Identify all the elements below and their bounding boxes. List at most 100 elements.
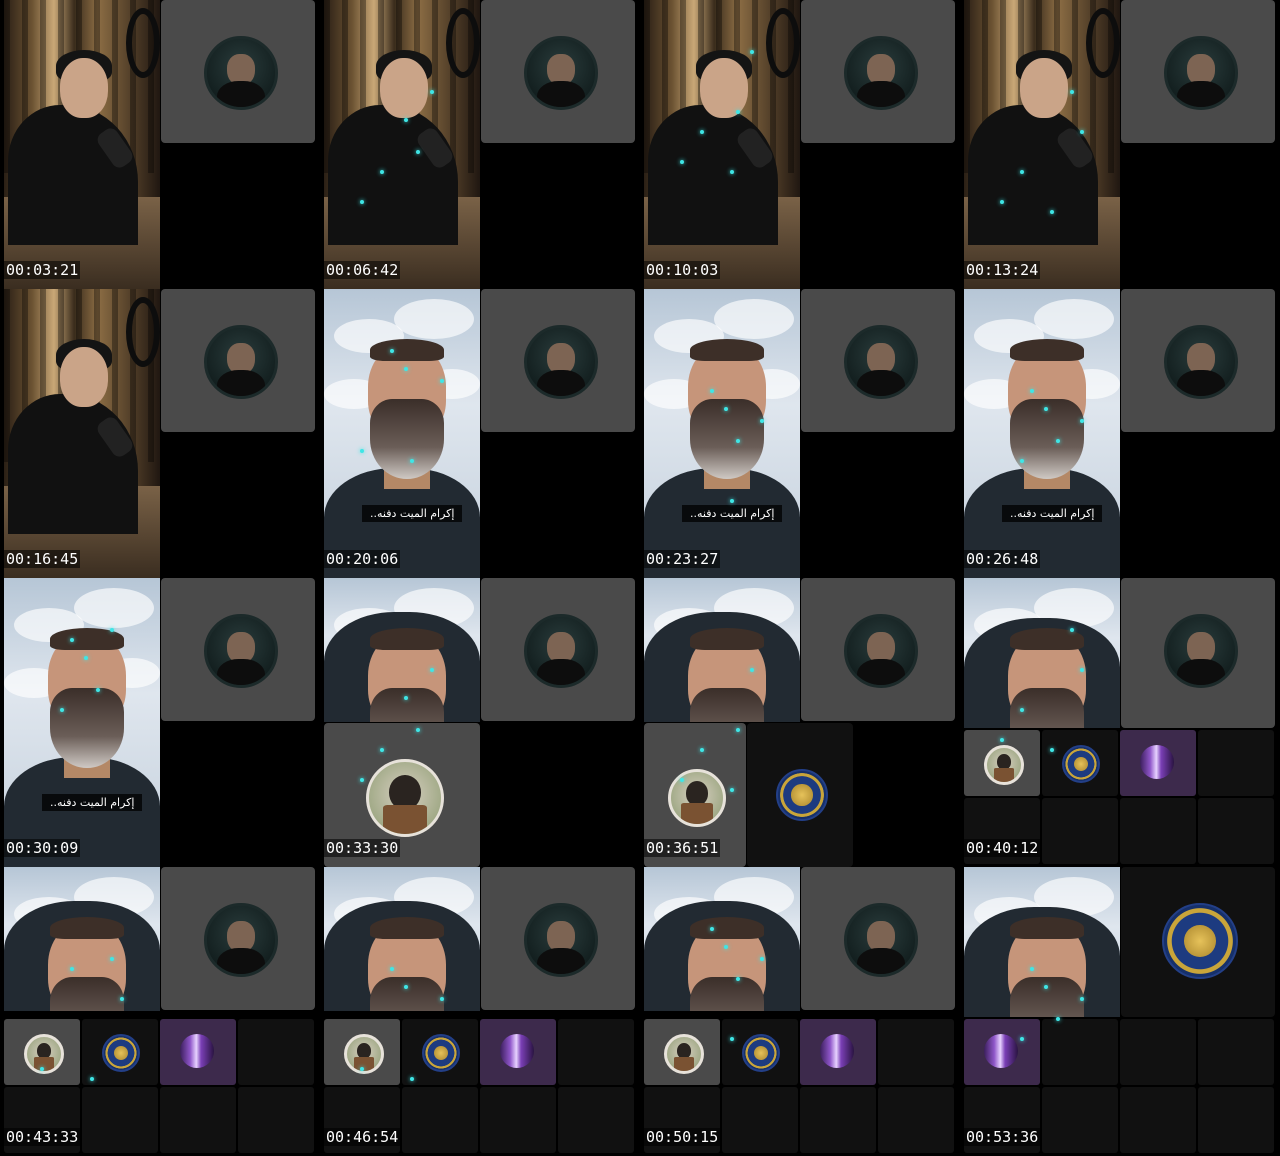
participant-tile — [1120, 730, 1196, 796]
main-speaker-video — [324, 578, 480, 722]
particle-sparkle — [96, 688, 100, 692]
main-speaker-video: إكرام الميت دفنه.. — [644, 289, 800, 578]
particle-sparkle — [680, 160, 684, 164]
logo-tile — [1121, 867, 1275, 1017]
participant-tile — [558, 1019, 634, 1085]
particle-sparkle — [750, 668, 754, 672]
cohost-avatar-woman — [984, 745, 1024, 785]
cohost-avatar-man — [844, 903, 918, 977]
particle-sparkle — [1080, 130, 1084, 134]
participant-tile — [82, 1087, 158, 1153]
man-beard — [370, 688, 444, 722]
cohost-tile — [801, 0, 955, 143]
particle-sparkle — [360, 1067, 364, 1071]
cohost-tile — [481, 289, 635, 432]
particle-sparkle — [1080, 668, 1084, 672]
particle-sparkle — [680, 778, 684, 782]
particle-sparkle — [410, 459, 414, 463]
particle-sparkle — [84, 656, 88, 660]
particle-sparkle — [404, 696, 408, 700]
frame-cell: 00:46:54 — [320, 867, 640, 1156]
participant-tile — [1198, 730, 1274, 796]
studio-head — [60, 347, 108, 407]
man-beard — [50, 977, 124, 1011]
main-speaker-video — [324, 867, 480, 1011]
participant-tile — [558, 1087, 634, 1153]
main-speaker-video: إكرام الميت دفنه.. — [324, 289, 480, 578]
frame-cell: 00:06:42 — [320, 0, 640, 289]
man-hairtop — [50, 917, 124, 939]
particle-sparkle — [1020, 1037, 1024, 1041]
particle-sparkle — [760, 419, 764, 423]
purple-avatar-icon — [984, 1034, 1018, 1068]
cohost-avatar-man — [204, 325, 278, 399]
studio-headphones — [126, 297, 160, 367]
studio-head — [60, 58, 108, 118]
participant-tile — [1120, 798, 1196, 864]
timestamp-label: 00:30:09 — [4, 839, 81, 857]
man-beard — [1010, 399, 1084, 479]
participant-tile — [480, 1019, 556, 1085]
cohost-tile — [1121, 289, 1275, 432]
particle-sparkle — [110, 957, 114, 961]
particle-sparkle — [730, 788, 734, 792]
subtitle-caption: إكرام الميت دفنه.. — [42, 794, 143, 811]
participant-tile — [1042, 1019, 1118, 1085]
main-speaker-video — [644, 578, 800, 722]
particle-sparkle — [1080, 997, 1084, 1001]
subtitle-caption: إكرام الميت دفنه.. — [1002, 505, 1103, 522]
main-speaker-video — [4, 0, 160, 289]
purple-avatar-icon — [180, 1034, 214, 1068]
timestamp-label: 00:23:27 — [644, 550, 721, 568]
participant-tile — [1198, 1019, 1274, 1085]
particle-sparkle — [710, 389, 714, 393]
timestamp-label: 00:53:36 — [964, 1128, 1041, 1146]
particle-sparkle — [40, 1067, 44, 1071]
particle-sparkle — [736, 439, 740, 443]
participant-tile — [402, 1087, 478, 1153]
participant-tile — [1042, 798, 1118, 864]
cohost-avatar-man — [1164, 614, 1238, 688]
particle-sparkle — [440, 997, 444, 1001]
man-hairtop — [1010, 339, 1084, 361]
man-beard — [690, 688, 764, 722]
timestamp-label: 00:36:51 — [644, 839, 721, 857]
timestamp-label: 00:03:21 — [4, 261, 81, 279]
man-hairtop — [370, 339, 444, 361]
main-speaker-video — [324, 0, 480, 289]
logo-tile — [747, 723, 853, 867]
particle-sparkle — [410, 1077, 414, 1081]
particle-sparkle — [430, 90, 434, 94]
particle-sparkle — [360, 200, 364, 204]
particle-sparkle — [1044, 407, 1048, 411]
cohost-tile — [161, 867, 315, 1010]
cohost-tile — [161, 578, 315, 721]
cohost-tile — [161, 289, 315, 432]
timestamp-label: 00:13:24 — [964, 261, 1041, 279]
particle-sparkle — [70, 638, 74, 642]
cohost-avatar-woman — [344, 1034, 384, 1074]
particle-sparkle — [730, 499, 734, 503]
channel-logo-icon — [1062, 745, 1100, 783]
particle-sparkle — [1056, 439, 1060, 443]
timestamp-label: 00:16:45 — [4, 550, 81, 568]
particle-sparkle — [750, 50, 754, 54]
frame-cell: 00:03:21 — [0, 0, 320, 289]
particle-sparkle — [760, 957, 764, 961]
particle-sparkle — [1000, 738, 1004, 742]
cohost-tile — [801, 578, 955, 721]
purple-avatar-icon — [1140, 745, 1174, 779]
thumbnail-grid: 00:03:21 00:06:42 00:10:03 00:13:24 00:16:45… — [0, 0, 1280, 1156]
particle-sparkle — [724, 945, 728, 949]
cohost-avatar-man — [844, 36, 918, 110]
cohost-avatar-woman — [366, 759, 444, 837]
particle-sparkle — [1030, 967, 1034, 971]
timestamp-label: 00:50:15 — [644, 1128, 721, 1146]
particle-sparkle — [724, 407, 728, 411]
particle-sparkle — [404, 985, 408, 989]
particle-sparkle — [1020, 170, 1024, 174]
frame-cell: إكرام الميت دفنه.. 00:30:09 — [0, 578, 320, 867]
main-speaker-video — [644, 0, 800, 289]
participant-tile — [160, 1019, 236, 1085]
frame-cell: 00:13:24 — [960, 0, 1280, 289]
